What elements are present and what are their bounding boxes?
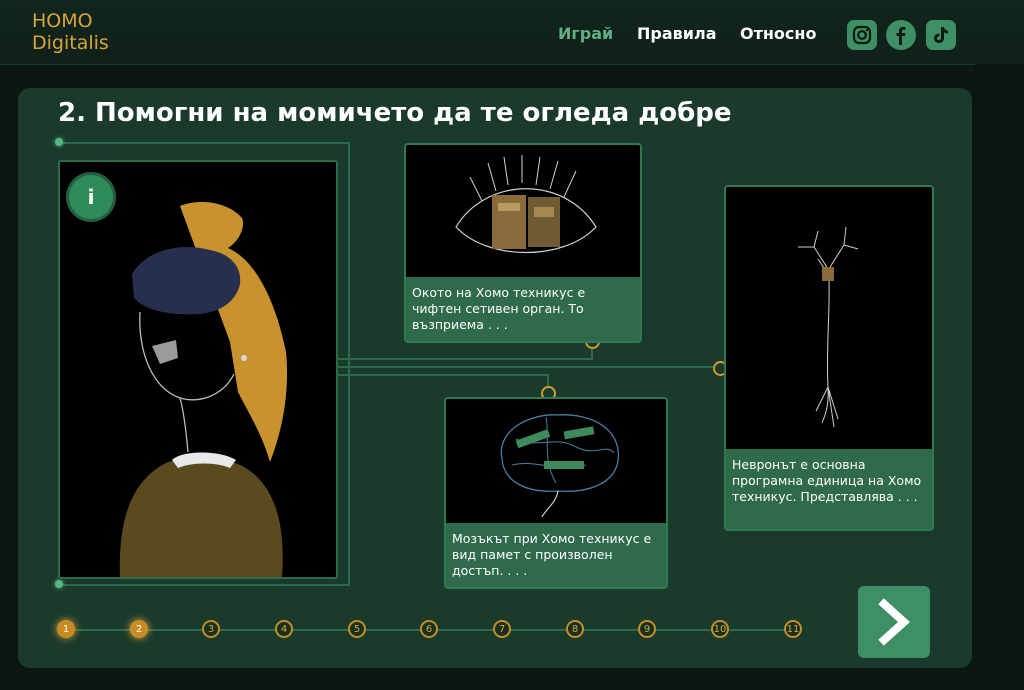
step-6[interactable]: 6 — [420, 620, 438, 638]
top-header: HOMO Digitalis Играй Правила Относно — [0, 0, 1024, 65]
circuit-line — [348, 142, 350, 586]
step-8[interactable]: 8 — [566, 620, 584, 638]
logo[interactable]: HOMO Digitalis — [32, 10, 109, 54]
step-11[interactable]: 11 — [784, 620, 802, 638]
eye-card-text: Окото на Хомо техникус е чифтен сетивен … — [412, 285, 586, 332]
logo-line-2: Digitalis — [32, 32, 109, 54]
side-strip — [975, 64, 1024, 690]
facebook-icon[interactable] — [886, 20, 916, 50]
chevron-right-icon — [878, 598, 910, 646]
step-4[interactable]: 4 — [275, 620, 293, 638]
logo-line-1: HOMO — [32, 10, 93, 32]
step-7[interactable]: 7 — [493, 620, 511, 638]
circuit-node — [55, 580, 63, 588]
circuit-line — [62, 142, 350, 144]
step-2[interactable]: 2 — [130, 620, 148, 638]
portrait-image[interactable] — [58, 160, 338, 579]
eye-image — [406, 145, 640, 277]
nav-play[interactable]: Играй — [558, 24, 613, 43]
step-9[interactable]: 9 — [638, 620, 656, 638]
step-10[interactable]: 10 — [711, 620, 729, 638]
brain-card[interactable]: Мозъкът при Хомо техникус е вид памет с … — [444, 397, 668, 589]
neuron-image — [726, 187, 932, 449]
eye-card[interactable]: Окото на Хомо техникус е чифтен сетивен … — [404, 143, 642, 343]
instagram-icon[interactable] — [847, 20, 877, 50]
nav-about[interactable]: Относно — [740, 24, 816, 43]
brain-card-text: Мозъкът при Хомо техникус е вид памет с … — [452, 531, 652, 578]
neuron-card[interactable]: Невронът е основна програмна единица на … — [724, 185, 934, 531]
brain-image — [446, 399, 666, 523]
step-5[interactable]: 5 — [348, 620, 366, 638]
info-button[interactable]: i — [66, 172, 116, 222]
circuit-line — [334, 358, 592, 360]
nav-rules[interactable]: Правила — [637, 24, 717, 43]
circuit-node — [55, 138, 63, 146]
circuit-line — [334, 374, 548, 376]
next-button[interactable] — [858, 586, 930, 658]
circuit-line — [62, 584, 350, 586]
circuit-line — [334, 366, 720, 368]
step-3[interactable]: 3 — [202, 620, 220, 638]
neuron-card-text: Невронът е основна програмна единица на … — [732, 457, 922, 504]
step-1[interactable]: 1 — [57, 620, 75, 638]
page-title: 2. Помогни на момичето да те огледа добр… — [58, 98, 732, 128]
tiktok-icon[interactable] — [926, 20, 956, 50]
